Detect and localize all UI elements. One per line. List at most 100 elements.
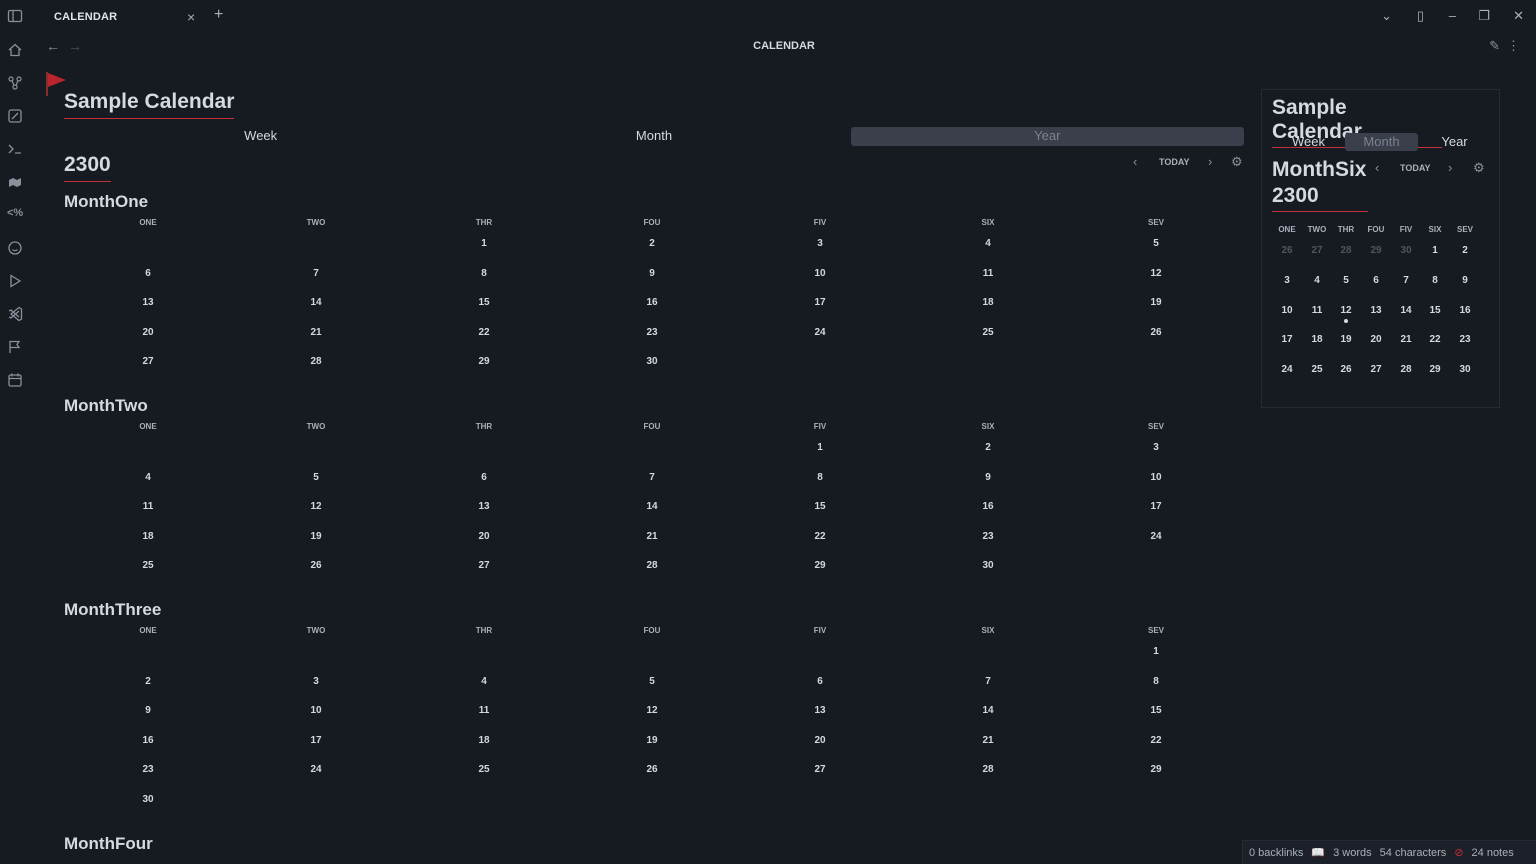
day-cell[interactable]: 5: [1136, 238, 1176, 249]
day-cell[interactable]: 13: [800, 705, 840, 716]
mini-day-cell[interactable]: 8: [1420, 275, 1450, 286]
mini-day-cell[interactable]: 4: [1302, 275, 1332, 286]
home-icon[interactable]: [7, 42, 25, 60]
mini-day-cell[interactable]: 12: [1331, 305, 1361, 323]
day-cell[interactable]: 17: [800, 297, 840, 308]
vscode-icon[interactable]: [7, 306, 25, 324]
day-cell[interactable]: 9: [632, 268, 672, 279]
day-cell[interactable]: 11: [968, 268, 1008, 279]
mini-day-cell[interactable]: 14: [1391, 305, 1421, 316]
day-cell[interactable]: 7: [632, 472, 672, 483]
mini-day-cell[interactable]: 16: [1450, 305, 1480, 316]
day-cell[interactable]: 24: [296, 764, 336, 775]
mini-day-cell[interactable]: 11: [1302, 305, 1332, 316]
day-cell[interactable]: 29: [800, 560, 840, 571]
day-cell[interactable]: 2: [128, 676, 168, 687]
play-icon[interactable]: [7, 273, 25, 291]
mini-day-cell[interactable]: 29: [1420, 364, 1450, 375]
day-cell[interactable]: 11: [128, 501, 168, 512]
day-cell[interactable]: 21: [632, 531, 672, 542]
day-cell[interactable]: 9: [128, 705, 168, 716]
day-cell[interactable]: 10: [296, 705, 336, 716]
day-cell[interactable]: 20: [464, 531, 504, 542]
day-cell[interactable]: 5: [296, 472, 336, 483]
day-cell[interactable]: 15: [1136, 705, 1176, 716]
mini-day-cell[interactable]: 30: [1391, 245, 1421, 256]
day-cell[interactable]: 26: [632, 764, 672, 775]
day-cell[interactable]: 25: [464, 764, 504, 775]
day-cell[interactable]: 18: [968, 297, 1008, 308]
day-cell[interactable]: 23: [632, 327, 672, 338]
day-cell[interactable]: 19: [632, 735, 672, 746]
day-cell[interactable]: 30: [128, 794, 168, 805]
mini-day-cell[interactable]: 20: [1361, 334, 1391, 345]
mini-day-cell[interactable]: 10: [1272, 305, 1302, 316]
day-cell[interactable]: 20: [128, 327, 168, 338]
restore-icon[interactable]: ❐: [1478, 8, 1490, 24]
mini-day-cell[interactable]: 19: [1331, 334, 1361, 345]
mini-day-cell[interactable]: 21: [1391, 334, 1421, 345]
day-cell[interactable]: 21: [296, 327, 336, 338]
day-cell[interactable]: 11: [464, 705, 504, 716]
mini-day-cell[interactable]: 3: [1272, 275, 1302, 286]
edit-icon[interactable]: ✎: [1489, 38, 1500, 54]
mini-day-cell[interactable]: 1: [1420, 245, 1450, 256]
day-cell[interactable]: 9: [968, 472, 1008, 483]
mini-today-button[interactable]: TODAY: [1400, 163, 1431, 173]
day-cell[interactable]: 15: [464, 297, 504, 308]
tab-calendar[interactable]: CALENDAR: [54, 11, 117, 23]
previous-icon[interactable]: ‹: [1133, 154, 1137, 169]
mini-day-cell[interactable]: 23: [1450, 334, 1480, 345]
view-tab-year[interactable]: Year: [850, 127, 1244, 146]
mini-previous-icon[interactable]: ‹: [1375, 160, 1379, 175]
day-cell[interactable]: 26: [1136, 327, 1176, 338]
day-cell[interactable]: 6: [128, 268, 168, 279]
day-cell[interactable]: 12: [296, 501, 336, 512]
day-cell[interactable]: 14: [296, 297, 336, 308]
day-cell[interactable]: 29: [1136, 764, 1176, 775]
mini-day-cell[interactable]: 30: [1450, 364, 1480, 375]
terminal-icon[interactable]: [7, 141, 25, 159]
mini-next-icon[interactable]: ›: [1448, 160, 1452, 175]
day-cell[interactable]: 4: [128, 472, 168, 483]
day-cell[interactable]: 23: [128, 764, 168, 775]
graph-icon[interactable]: [7, 75, 25, 93]
mini-day-cell[interactable]: 28: [1331, 245, 1361, 256]
day-cell[interactable]: 12: [632, 705, 672, 716]
mini-day-cell[interactable]: 26: [1272, 245, 1302, 256]
close-icon[interactable]: ×: [187, 9, 195, 25]
view-tab-month[interactable]: Month: [457, 127, 850, 146]
day-cell[interactable]: 30: [632, 356, 672, 367]
chevron-down-icon[interactable]: ⌄: [1381, 8, 1392, 24]
day-cell[interactable]: 15: [800, 501, 840, 512]
day-cell[interactable]: 19: [296, 531, 336, 542]
day-cell[interactable]: 25: [128, 560, 168, 571]
template-icon[interactable]: <%: [7, 207, 25, 225]
canvas-icon[interactable]: [7, 108, 25, 126]
day-cell[interactable]: 2: [968, 442, 1008, 453]
day-cell[interactable]: 22: [464, 327, 504, 338]
mini-view-tab-year[interactable]: Year: [1418, 133, 1491, 151]
day-cell[interactable]: 14: [968, 705, 1008, 716]
day-cell[interactable]: 1: [800, 442, 840, 453]
window-close-icon[interactable]: ✕: [1513, 8, 1524, 24]
day-cell[interactable]: 21: [968, 735, 1008, 746]
day-cell[interactable]: 16: [632, 297, 672, 308]
mini-day-cell[interactable]: 28: [1391, 364, 1421, 375]
day-cell[interactable]: 8: [1136, 676, 1176, 687]
mini-day-cell[interactable]: 25: [1302, 364, 1332, 375]
mini-day-cell[interactable]: 27: [1302, 245, 1332, 256]
mini-day-cell[interactable]: 18: [1302, 334, 1332, 345]
day-cell[interactable]: 6: [800, 676, 840, 687]
mini-view-tab-week[interactable]: Week: [1272, 133, 1345, 151]
flag-ribbon-icon[interactable]: [7, 339, 25, 357]
day-cell[interactable]: 10: [1136, 472, 1176, 483]
day-cell[interactable]: 8: [464, 268, 504, 279]
day-cell[interactable]: 22: [1136, 735, 1176, 746]
day-cell[interactable]: 14: [632, 501, 672, 512]
day-cell[interactable]: 17: [1136, 501, 1176, 512]
day-cell[interactable]: 28: [632, 560, 672, 571]
mini-day-cell[interactable]: 27: [1361, 364, 1391, 375]
smiley-icon[interactable]: [7, 240, 25, 258]
settings-gear-icon[interactable]: ⚙: [1231, 154, 1243, 170]
